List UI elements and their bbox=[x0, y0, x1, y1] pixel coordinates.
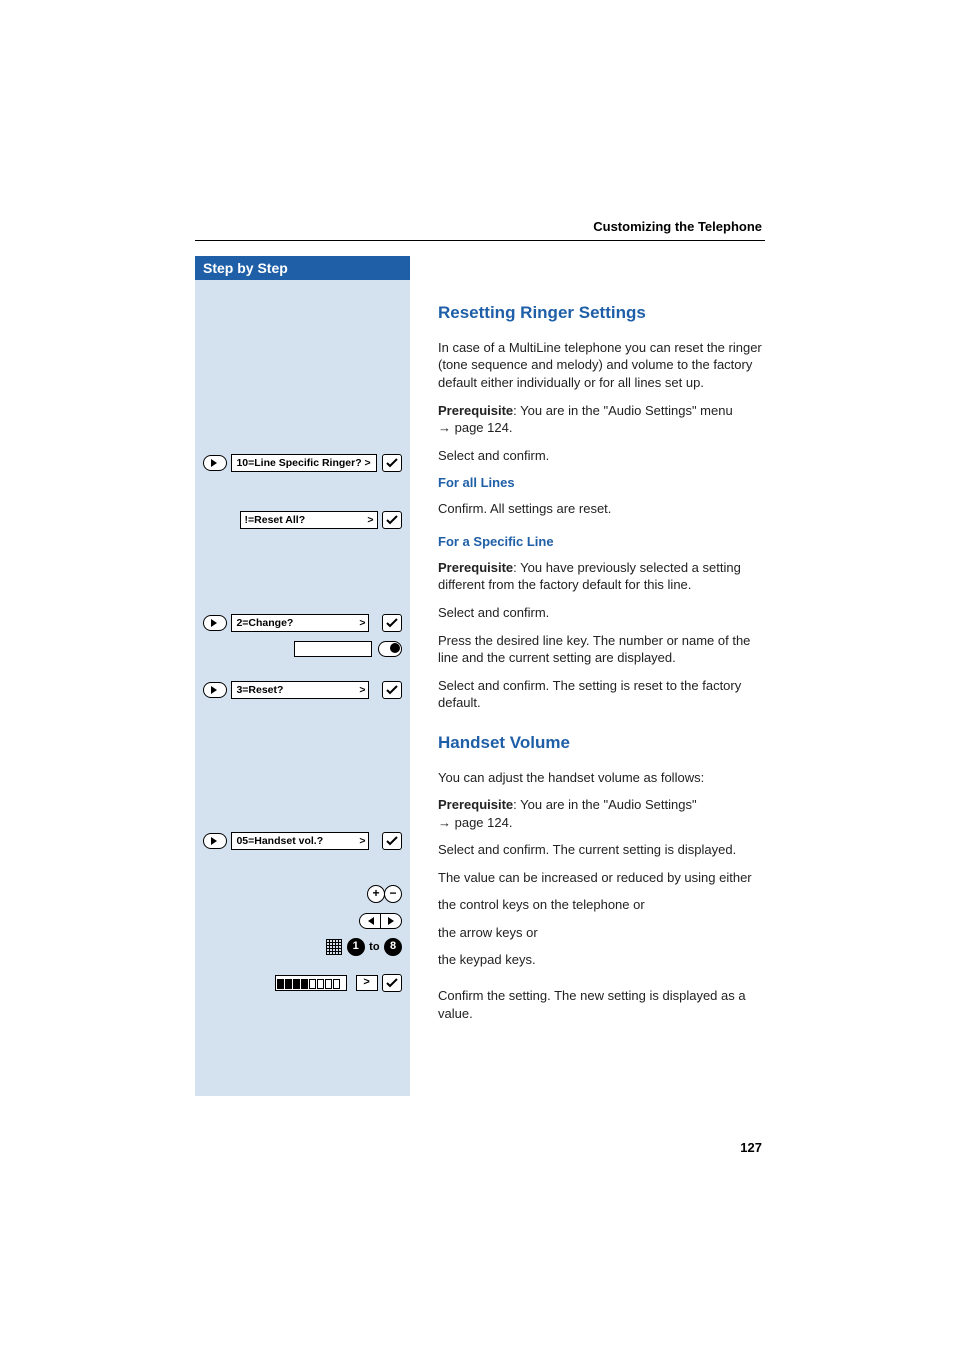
text: : You are in the "Audio Settings" menu bbox=[513, 403, 733, 418]
lcd-text: 05=Handset vol.? bbox=[236, 835, 323, 847]
confirm-check-icon bbox=[382, 614, 402, 632]
confirm-check-icon bbox=[382, 974, 402, 992]
body-text: Prerequisite: You have previously select… bbox=[438, 559, 766, 594]
section-heading: Resetting Ringer Settings bbox=[438, 302, 766, 325]
nav-right-icon bbox=[380, 913, 402, 929]
body-text: Select and confirm. The current setting … bbox=[438, 841, 766, 859]
body-text: Confirm. All settings are reset. bbox=[438, 500, 766, 518]
body-text: the keypad keys. bbox=[438, 951, 766, 969]
body-text: You can adjust the handset volume as fol… bbox=[438, 769, 766, 787]
body-text: Select and confirm. The setting is reset… bbox=[438, 677, 766, 712]
volume-bar-icon bbox=[275, 975, 347, 991]
body-text: the control keys on the telephone or bbox=[438, 896, 766, 914]
header-rule bbox=[195, 240, 765, 241]
body-text: Prerequisite: You are in the "Audio Sett… bbox=[438, 402, 766, 437]
line-key-icon bbox=[294, 641, 372, 657]
body-text: the arrow keys or bbox=[438, 924, 766, 942]
lcd-text: 3=Reset? bbox=[236, 684, 283, 696]
lcd-option: 3=Reset?> bbox=[231, 681, 369, 699]
page-header: Customizing the Telephone bbox=[593, 219, 762, 234]
page-ref: → page 124. bbox=[438, 420, 512, 435]
step-row-progress: > bbox=[195, 974, 410, 994]
subsection-heading: For all Lines bbox=[438, 474, 766, 492]
subsection-heading: For a Specific Line bbox=[438, 533, 766, 551]
body-text: The value can be increased or reduced by… bbox=[438, 869, 766, 887]
step-row-reset: 3=Reset?> bbox=[195, 681, 410, 701]
nav-right-icon bbox=[203, 682, 227, 698]
step-row-handset-vol: 05=Handset vol.?> bbox=[195, 832, 410, 852]
label: Prerequisite bbox=[438, 797, 513, 812]
section-heading: Handset Volume bbox=[438, 732, 766, 755]
plus-key-icon: + bbox=[367, 885, 385, 903]
sidebar-title: Step by Step bbox=[195, 256, 410, 280]
lcd-text: 2=Change? bbox=[236, 617, 293, 629]
step-row-keypad: 1 to 8 bbox=[195, 938, 410, 958]
step-row-reset-all: !=Reset All?> bbox=[195, 511, 410, 531]
body-text: Select and confirm. bbox=[438, 604, 766, 622]
lcd-option: !=Reset All?> bbox=[240, 511, 378, 529]
lcd-option: 05=Handset vol.?> bbox=[231, 832, 369, 850]
key-8-icon: 8 bbox=[384, 938, 402, 956]
body-text: In case of a MultiLine telephone you can… bbox=[438, 339, 766, 392]
lcd-option: 10=Line Specific Ringer? > bbox=[231, 454, 377, 472]
label: Prerequisite bbox=[438, 403, 513, 418]
key-1-icon: 1 bbox=[347, 938, 365, 956]
confirm-check-icon bbox=[382, 511, 402, 529]
keypad-grid-icon bbox=[326, 939, 342, 955]
step-row-plusminus: +− bbox=[195, 885, 410, 905]
nav-left-icon bbox=[359, 913, 381, 929]
step-row-change: 2=Change?> bbox=[195, 614, 410, 634]
to-label: to bbox=[369, 941, 379, 953]
body-text: Press the desired line key. The number o… bbox=[438, 632, 766, 667]
lcd-text: !=Reset All? bbox=[245, 514, 306, 526]
nav-right-icon bbox=[203, 455, 227, 471]
label: Prerequisite bbox=[438, 560, 513, 575]
body-text: Select and confirm. bbox=[438, 447, 766, 465]
page-ref: → page 124. bbox=[438, 815, 512, 830]
sidebar: Step by Step bbox=[195, 256, 410, 1096]
text: : You are in the "Audio Settings" bbox=[513, 797, 696, 812]
step-row-arrowkeys bbox=[195, 912, 410, 932]
body-text: Confirm the setting. The new setting is … bbox=[438, 987, 766, 1022]
confirm-check-icon bbox=[382, 832, 402, 850]
nav-right-icon bbox=[203, 615, 227, 631]
confirm-check-icon bbox=[382, 681, 402, 699]
minus-key-icon: − bbox=[384, 885, 402, 903]
confirm-check-icon bbox=[382, 454, 402, 472]
main-content: Resetting Ringer Settings In case of a M… bbox=[438, 302, 766, 1032]
page-number: 127 bbox=[740, 1140, 762, 1155]
lcd-arrow: > bbox=[356, 975, 378, 991]
line-key-led-icon bbox=[378, 641, 402, 657]
step-row-line-specific-ringer: 10=Line Specific Ringer? > bbox=[195, 454, 410, 474]
nav-right-icon bbox=[203, 833, 227, 849]
body-text: Prerequisite: You are in the "Audio Sett… bbox=[438, 796, 766, 831]
lcd-option: 2=Change?> bbox=[231, 614, 369, 632]
step-row-linekey bbox=[195, 640, 410, 660]
